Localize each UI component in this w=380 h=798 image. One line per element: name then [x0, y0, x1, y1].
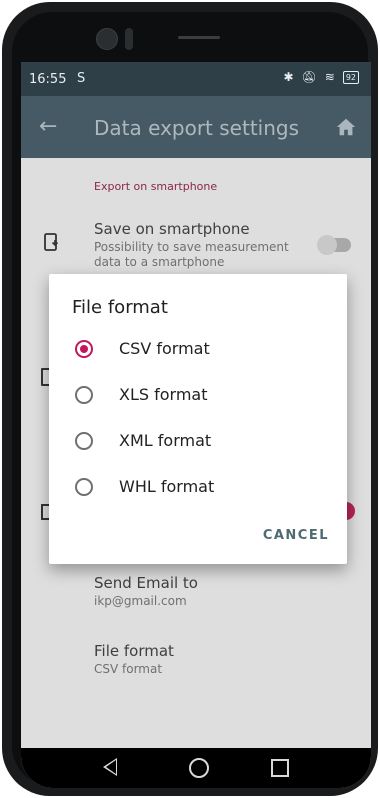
save-on-smartphone-subtitle: Possibility to save measurement data to …	[94, 240, 289, 269]
file-format-dialog: File format CSV format XLS format XML fo…	[49, 274, 347, 564]
radio-csv[interactable]	[75, 340, 93, 358]
dialog-title: File format	[72, 297, 168, 318]
battery-icon: 92	[342, 70, 359, 84]
screen: 16:55 S ✱ 🔕︎ ≋ 92 ← Data export settings…	[21, 62, 371, 788]
file-format-value: CSV format	[94, 662, 163, 676]
option-label: XML format	[119, 431, 212, 450]
toolbar: ← Data export settings	[21, 96, 371, 158]
phone-frame: 16:55 S ✱ 🔕︎ ≋ 92 ← Data export settings…	[2, 2, 378, 796]
status-time: 16:55	[29, 72, 67, 87]
send-email-title: Send Email to	[94, 574, 198, 592]
save-on-smartphone-toggle[interactable]	[317, 235, 351, 255]
phone-download-icon	[44, 233, 59, 251]
bluetooth-icon: ✱	[283, 70, 294, 84]
toggle-knob	[317, 235, 337, 255]
wifi-icon: ≋	[324, 70, 335, 84]
option-label: XLS format	[119, 385, 208, 404]
home-icon[interactable]	[335, 116, 357, 138]
sensor-icon	[125, 28, 133, 50]
navigation-bar	[21, 748, 371, 788]
radio-xml[interactable]	[75, 432, 93, 450]
save-on-smartphone-title: Save on smartphone	[94, 220, 250, 238]
option-label: WHL format	[119, 477, 215, 496]
speaker-grill	[178, 36, 220, 39]
page-title: Data export settings	[94, 116, 300, 140]
mute-icon: 🔕︎	[301, 70, 317, 84]
cancel-button[interactable]: CANCEL	[263, 528, 329, 543]
file-format-title: File format	[94, 642, 174, 660]
option-whl[interactable]: WHL format	[49, 465, 347, 509]
nav-recents-icon[interactable]	[271, 759, 289, 777]
app-notification-icon: S	[77, 71, 86, 86]
option-xls[interactable]: XLS format	[49, 373, 347, 417]
arrow-left-icon[interactable]: ←	[39, 114, 57, 139]
status-icons: ✱ 🔕︎ ≋ 92	[283, 70, 359, 84]
section-title-export-smartphone: Export on smartphone	[94, 180, 218, 193]
nav-back-icon-inner	[106, 760, 116, 774]
option-csv[interactable]: CSV format	[49, 327, 347, 371]
nav-home-icon[interactable]	[189, 758, 209, 778]
option-label: CSV format	[119, 339, 210, 358]
radio-xls[interactable]	[75, 386, 93, 404]
send-email-value: ikp@gmail.com	[94, 594, 187, 608]
radio-whl[interactable]	[75, 478, 93, 496]
status-bar: 16:55 S ✱ 🔕︎ ≋ 92	[21, 62, 371, 96]
option-xml[interactable]: XML format	[49, 419, 347, 463]
camera-icon	[96, 28, 118, 50]
